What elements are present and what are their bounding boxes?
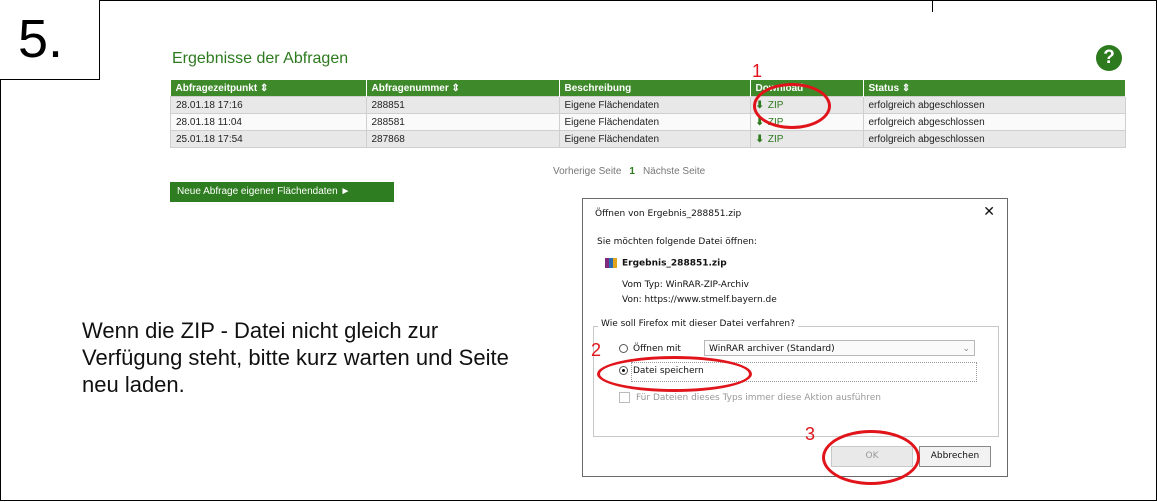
- cell-time: 25.01.18 17:54: [170, 130, 367, 148]
- pager-current[interactable]: 1: [629, 166, 635, 177]
- table-row: 28.01.18 11:04 288581 Eigene Flächendate…: [170, 113, 1126, 131]
- help-icon[interactable]: ?: [1096, 45, 1122, 71]
- table-row: 28.01.18 17:16 288851 Eigene Flächendate…: [170, 96, 1126, 114]
- col-header-status[interactable]: Status ⇕: [863, 80, 1126, 97]
- winrar-icon: [605, 258, 617, 268]
- pagination: Vorherige Seite 1 Nächste Seite: [553, 166, 705, 177]
- top-border: [99, 0, 1157, 1]
- instruction-text: Wenn die ZIP - Datei nicht gleich zur Ve…: [82, 318, 509, 397]
- cell-time: 28.01.18 17:16: [170, 96, 367, 114]
- annotation-ring-save: [597, 356, 752, 392]
- open-with-label: Öffnen mit: [633, 344, 681, 354]
- radio-icon: [619, 344, 628, 353]
- col-header-time[interactable]: Abfragezeitpunkt ⇕: [170, 80, 367, 97]
- table-header-row: Abfragezeitpunkt ⇕ Abfragenummer ⇕ Besch…: [170, 80, 1126, 97]
- file-open-dialog: Öffnen von Ergebnis_288851.zip ✕ Sie möc…: [582, 198, 1008, 477]
- zip-download-link[interactable]: ⬇ ZIP: [749, 130, 864, 148]
- cancel-button[interactable]: Abbrechen: [919, 446, 991, 467]
- dialog-title: Öffnen von Ergebnis_288851.zip: [595, 209, 742, 219]
- annotation-ring-ok: [822, 430, 920, 485]
- top-divider: [932, 0, 933, 12]
- file-name-row: Ergebnis_288851.zip: [605, 258, 727, 269]
- cell-number: 288581: [365, 113, 560, 131]
- annotation-3: 3: [805, 424, 816, 444]
- download-icon: ⬇: [755, 133, 764, 145]
- cell-description: Eigene Flächendaten: [558, 130, 751, 148]
- always-checkbox[interactable]: Für Dateien dieses Typs immer diese Akti…: [619, 392, 881, 403]
- section-title: Ergebnisse der Abfragen: [172, 50, 349, 67]
- col-header-number[interactable]: Abfragenummer ⇕: [366, 80, 560, 97]
- cell-description: Eigene Flächendaten: [558, 96, 751, 114]
- group-label: Wie soll Firefox mit dieser Datei verfah…: [598, 319, 798, 329]
- open-with-select[interactable]: WinRAR archiver (Standard) ⌄: [704, 340, 975, 356]
- open-with-radio[interactable]: Öffnen mit: [619, 344, 681, 354]
- file-source: Von: https://www.stmelf.bayern.de: [622, 295, 777, 305]
- file-name: Ergebnis_288851.zip: [622, 258, 727, 269]
- cell-time: 28.01.18 11:04: [170, 113, 367, 131]
- pager-prev[interactable]: Vorherige Seite: [553, 166, 621, 177]
- close-icon[interactable]: ✕: [983, 204, 995, 220]
- chevron-down-icon: ⌄: [962, 344, 970, 354]
- file-type: Vom Typ: WinRAR-ZIP-Archiv: [622, 280, 749, 290]
- always-label: Für Dateien dieses Typs immer diese Akti…: [636, 393, 881, 403]
- step-box: 5.: [0, 0, 100, 80]
- cell-status: erfolgreich abgeschlossen: [862, 96, 1126, 114]
- annotation-1: 1: [752, 61, 763, 81]
- dialog-question: Sie möchten folgende Datei öffnen:: [597, 237, 757, 247]
- table-row: 25.01.18 17:54 287868 Eigene Flächendate…: [170, 130, 1126, 148]
- checkbox-icon: [619, 392, 630, 403]
- cell-status: erfolgreich abgeschlossen: [862, 113, 1126, 131]
- cell-description: Eigene Flächendaten: [558, 113, 751, 131]
- pager-next[interactable]: Nächste Seite: [643, 166, 705, 177]
- cell-number: 288851: [365, 96, 560, 114]
- col-header-description: Beschreibung: [559, 80, 751, 97]
- select-value: WinRAR archiver (Standard): [709, 344, 835, 354]
- annotation-ring-zip: [753, 83, 831, 129]
- annotation-2: 2: [591, 340, 602, 360]
- cell-status: erfolgreich abgeschlossen: [862, 130, 1126, 148]
- new-query-button[interactable]: Neue Abfrage eigener Flächendaten ►: [170, 182, 394, 202]
- download-label: ZIP: [767, 133, 784, 145]
- results-table: Abfragezeitpunkt ⇕ Abfragenummer ⇕ Besch…: [170, 80, 1126, 148]
- cell-number: 287868: [365, 130, 560, 148]
- step-number: 5.: [18, 9, 64, 69]
